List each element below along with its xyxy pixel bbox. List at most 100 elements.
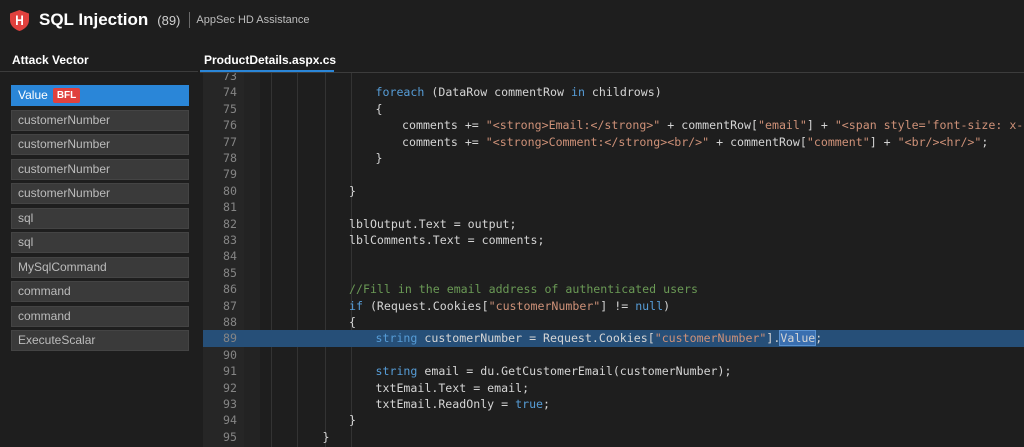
attack-vector-item[interactable]: sql (11, 232, 189, 253)
attack-vector-item[interactable]: Value BFL (11, 85, 189, 106)
code-token: lblOutput.Text = output; (349, 216, 517, 231)
code-text: string email = du.GetCustomerEmail(custo… (376, 363, 732, 379)
attack-vector-item[interactable]: customerNumber (11, 158, 189, 180)
code-line[interactable]: 95} (203, 429, 1024, 445)
code-token: (DataRow commentRow (424, 85, 571, 100)
attack-vector-item[interactable]: MySqlCommand (11, 256, 189, 278)
attack-vector-item[interactable]: customerNumber (11, 109, 189, 131)
code-editor[interactable]: 73 74 foreach (DataRow commentRow in child… (203, 73, 1024, 447)
matched-value-token: Value (779, 330, 817, 347)
line-number: 91 (223, 364, 237, 379)
code-line[interactable]: 92 txtEmail.Text = email; (203, 380, 1024, 396)
code-token: null (635, 298, 664, 313)
code-text: { (349, 314, 356, 330)
attack-vector-label: sql (18, 235, 34, 249)
app-window: SQL Injection (89) AppSec HD Assistance … (0, 0, 1024, 447)
code-text: } (376, 150, 383, 166)
bfl-badge: BFL (52, 88, 81, 103)
code-token: ; (543, 397, 551, 411)
line-number: 92 (223, 380, 237, 395)
attack-vector-item[interactable]: command (11, 281, 189, 302)
code-token: //Fill in the email address of authentic… (349, 282, 699, 297)
code-token: } (322, 429, 330, 444)
line-number: 93 (223, 397, 237, 411)
code-line[interactable]: 85 (203, 265, 1024, 281)
code-line[interactable]: 84 (203, 248, 1024, 264)
code-line[interactable]: 77 comments += "<strong>Comment:</strong>… (203, 134, 1024, 150)
code-line[interactable]: 76 comments += "<strong>Email:</strong>" … (203, 117, 1024, 133)
code-token: "comment" (806, 134, 870, 149)
code-line[interactable]: 90 (203, 347, 1024, 363)
code-token: comments += (402, 134, 486, 149)
code-token: ; (981, 134, 989, 149)
code-text: if (Request.Cookies["customerNumber"] !=… (349, 298, 670, 314)
code-text: { (376, 101, 383, 117)
line-number: 85 (223, 265, 237, 280)
code-text: comments += "<strong>Comment:</strong><b… (402, 134, 988, 150)
code-text: foreach (DataRow commentRow in childrows… (376, 84, 662, 100)
line-number: 82 (223, 216, 237, 231)
code-text: string customerNumber = Request.Cookies[… (375, 330, 822, 347)
code-line[interactable]: 75 { (203, 101, 1024, 117)
code-line[interactable]: 87 if (Request.Cookies["customerNumber"] … (203, 298, 1024, 314)
code-token: } (349, 413, 356, 428)
header-separator (189, 12, 191, 28)
code-token: txtEmail.Text = email; (375, 380, 530, 395)
code-token: in (570, 85, 585, 100)
code-token: ]. (766, 331, 781, 346)
attack-vector-item[interactable]: command (11, 305, 189, 327)
code-token: "<span style='font-size: x-small (834, 118, 1024, 133)
code-token: string (375, 331, 418, 346)
line-number: 73 (223, 73, 237, 83)
code-line[interactable]: 80} (203, 183, 1024, 199)
line-number: 80 (223, 183, 237, 198)
attack-vector-label: ExecuteScalar (18, 333, 96, 347)
attack-vector-label: customerNumber (18, 137, 111, 151)
line-number: 79 (223, 167, 237, 182)
line-number: 78 (223, 151, 237, 165)
tab-productdetails[interactable]: ProductDetails.aspx.cs (204, 53, 336, 67)
line-number: 75 (223, 101, 237, 116)
attack-vector-label: customerNumber (18, 161, 111, 176)
code-line[interactable]: 73 (203, 73, 1024, 84)
sidebar-divider (0, 71, 198, 72)
code-line[interactable]: 74 foreach (DataRow commentRow in childro… (203, 84, 1024, 100)
code-line[interactable]: 86 //Fill in the email address of authent… (203, 281, 1024, 297)
attack-vector-label: command (18, 284, 71, 298)
code-line[interactable]: 93 txtEmail.ReadOnly = true; (203, 396, 1024, 412)
code-token: + commentRow[ (660, 118, 759, 133)
line-number: 95 (223, 429, 237, 444)
attack-vector-item[interactable]: customerNumber (11, 134, 189, 155)
code-token: "<br/><hr/>" (897, 134, 982, 149)
highlighted-code-line[interactable]: 89 string customerNumber = Request.Cookie… (203, 330, 1024, 347)
code-token: txtEmail.ReadOnly = (375, 397, 516, 411)
code-line[interactable]: 94} (203, 412, 1024, 428)
line-number: 83 (223, 233, 237, 247)
code-token: "<strong>Comment:</strong><br/>" (485, 134, 710, 149)
code-text: } (323, 429, 330, 445)
line-number: 87 (223, 298, 237, 313)
code-line[interactable]: 81 (203, 199, 1024, 215)
code-token: "customerNumber" (488, 298, 601, 313)
app-subtitle: AppSec HD Assistance (196, 14, 310, 26)
code-line[interactable]: 82 lblOutput.Text = output; (203, 216, 1024, 232)
code-text: txtEmail.Text = email; (376, 380, 530, 396)
code-token: ] + (869, 134, 898, 149)
code-token: "customerNumber" (654, 331, 767, 346)
attack-vector-item[interactable]: customerNumber (11, 183, 189, 204)
code-token: string (375, 364, 418, 379)
line-number: 76 (223, 118, 237, 133)
code-token: ) (663, 298, 671, 313)
code-token: childrows) (584, 85, 662, 100)
attack-vector-item[interactable]: sql (11, 207, 189, 229)
code-line[interactable]: 91 string email = du.GetCustomerEmail(cus… (203, 363, 1024, 379)
attack-vector-label: customerNumber (18, 186, 111, 200)
issue-count: (89) (157, 12, 181, 28)
code-line[interactable]: 78} (203, 150, 1024, 166)
attack-vector-item[interactable]: ExecuteScalar (11, 330, 189, 351)
code-line[interactable]: 83 lblComments.Text = comments; (203, 232, 1024, 248)
code-token: "email" (758, 118, 807, 133)
attack-vector-label: command (18, 308, 71, 323)
code-line[interactable]: 88 { (203, 314, 1024, 330)
code-line[interactable]: 79 (203, 166, 1024, 182)
